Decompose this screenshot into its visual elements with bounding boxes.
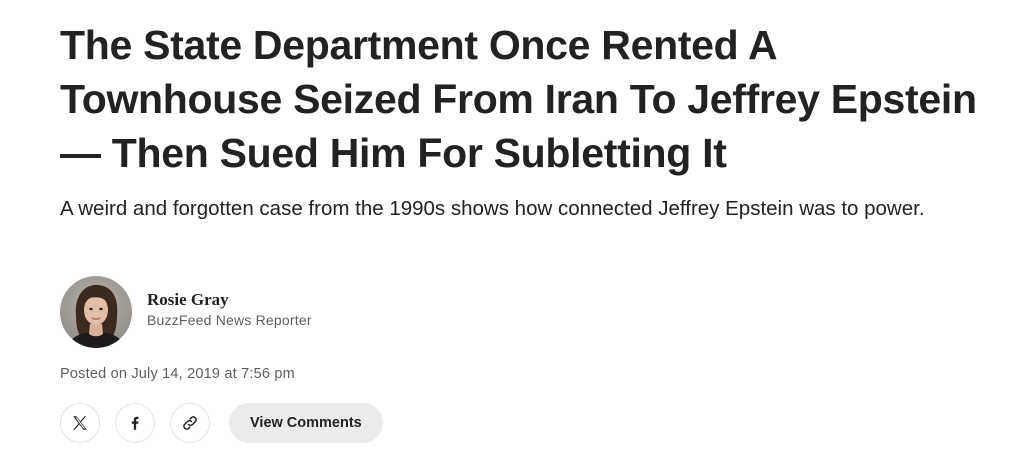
share-facebook-button[interactable] (115, 403, 155, 443)
view-comments-button[interactable]: View Comments (229, 403, 383, 443)
author-byline[interactable]: Rosie Gray BuzzFeed News Reporter (60, 276, 312, 348)
author-avatar[interactable] (60, 276, 132, 348)
headline: The State Department Once Rented A Townh… (60, 22, 977, 176)
author-name[interactable]: Rosie Gray (147, 290, 312, 310)
share-bar: View Comments (60, 403, 383, 443)
byline-text: Rosie Gray BuzzFeed News Reporter (147, 290, 312, 330)
author-role: BuzzFeed News Reporter (147, 312, 312, 328)
x-logo-icon (73, 416, 87, 430)
link-icon (183, 416, 197, 430)
copy-link-button[interactable] (170, 403, 210, 443)
article-dek: A weird and forgotten case from the 1990… (60, 197, 925, 220)
share-x-button[interactable] (60, 403, 100, 443)
facebook-icon (131, 416, 139, 430)
posted-timestamp: Posted on July 14, 2019 at 7:56 pm (60, 366, 295, 382)
author-photo (60, 276, 132, 348)
article-header: The State Department Once Rented A Townh… (60, 18, 1000, 224)
